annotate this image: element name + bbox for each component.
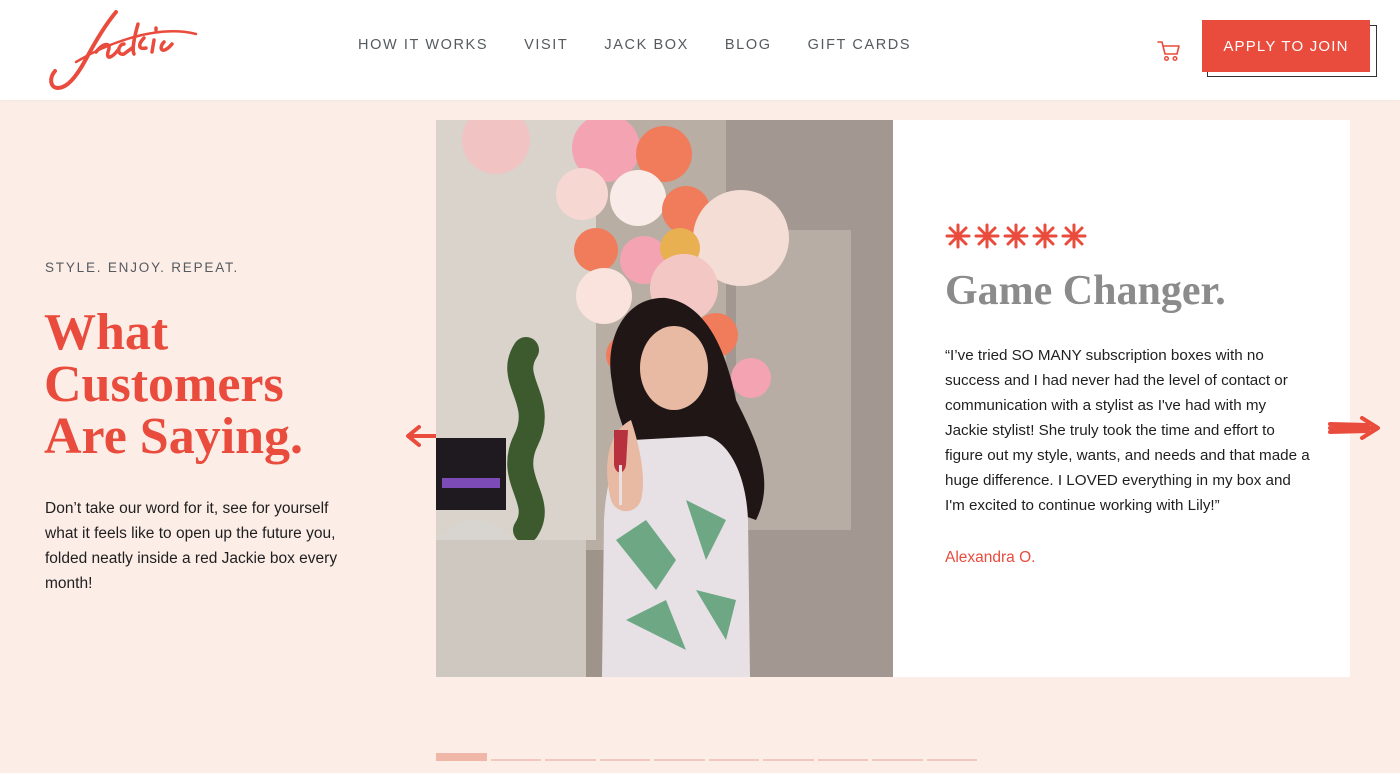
review-title: Game Changer. bbox=[945, 268, 1226, 314]
review-quote: “I’ve tried SO MANY subscription boxes w… bbox=[945, 347, 1310, 514]
jackie-logo[interactable] bbox=[46, 4, 212, 94]
shopping-cart-icon[interactable] bbox=[1156, 39, 1182, 63]
star-icon bbox=[1061, 223, 1087, 249]
nav-gift-cards[interactable]: GIFT CARDS bbox=[808, 37, 912, 53]
carousel-dot[interactable] bbox=[817, 759, 868, 761]
nav-visit[interactable]: VISIT bbox=[524, 37, 568, 53]
review-card: Game Changer. “I’ve tried SO MANY subscr… bbox=[893, 120, 1350, 677]
carousel-dot[interactable] bbox=[654, 759, 705, 761]
carousel-dot[interactable] bbox=[545, 759, 596, 761]
star-icon bbox=[1003, 223, 1029, 249]
next-arrow-icon[interactable] bbox=[1328, 414, 1384, 442]
main-nav: HOW IT WORKS VISIT JACK BOX BLOG GIFT CA… bbox=[358, 37, 911, 53]
star-icon bbox=[1032, 223, 1058, 249]
headline-line: Customers bbox=[44, 356, 284, 413]
nav-how-it-works[interactable]: HOW IT WORKS bbox=[358, 37, 488, 53]
star-icon bbox=[945, 223, 971, 249]
section-intro: Don’t take our word for it, see for your… bbox=[45, 500, 338, 592]
section-headline: What Customers Are Saying. bbox=[44, 307, 374, 463]
carousel-dot[interactable] bbox=[872, 759, 923, 761]
carousel-dot[interactable] bbox=[436, 753, 487, 761]
carousel-pagination bbox=[436, 753, 977, 761]
carousel-dot[interactable] bbox=[599, 759, 650, 761]
apply-to-join-button[interactable]: APPLY TO JOIN bbox=[1202, 20, 1370, 72]
carousel-dot[interactable] bbox=[926, 759, 977, 761]
site-header: HOW IT WORKS VISIT JACK BOX BLOG GIFT CA… bbox=[0, 0, 1400, 100]
nav-jack-box[interactable]: JACK BOX bbox=[604, 37, 689, 53]
headline-line: Are Saying. bbox=[44, 408, 304, 465]
star-icon bbox=[974, 223, 1000, 249]
carousel-dot[interactable] bbox=[490, 759, 541, 761]
carousel-dot[interactable] bbox=[763, 759, 814, 761]
nav-blog[interactable]: BLOG bbox=[725, 37, 772, 53]
carousel-dot[interactable] bbox=[708, 759, 759, 761]
headline-line: What bbox=[44, 304, 169, 361]
customer-photo bbox=[436, 120, 893, 677]
review-author: Alexandra O. bbox=[945, 549, 1036, 566]
section-eyebrow: STYLE. ENJOY. REPEAT. bbox=[45, 260, 240, 275]
rating-stars bbox=[945, 223, 1087, 249]
